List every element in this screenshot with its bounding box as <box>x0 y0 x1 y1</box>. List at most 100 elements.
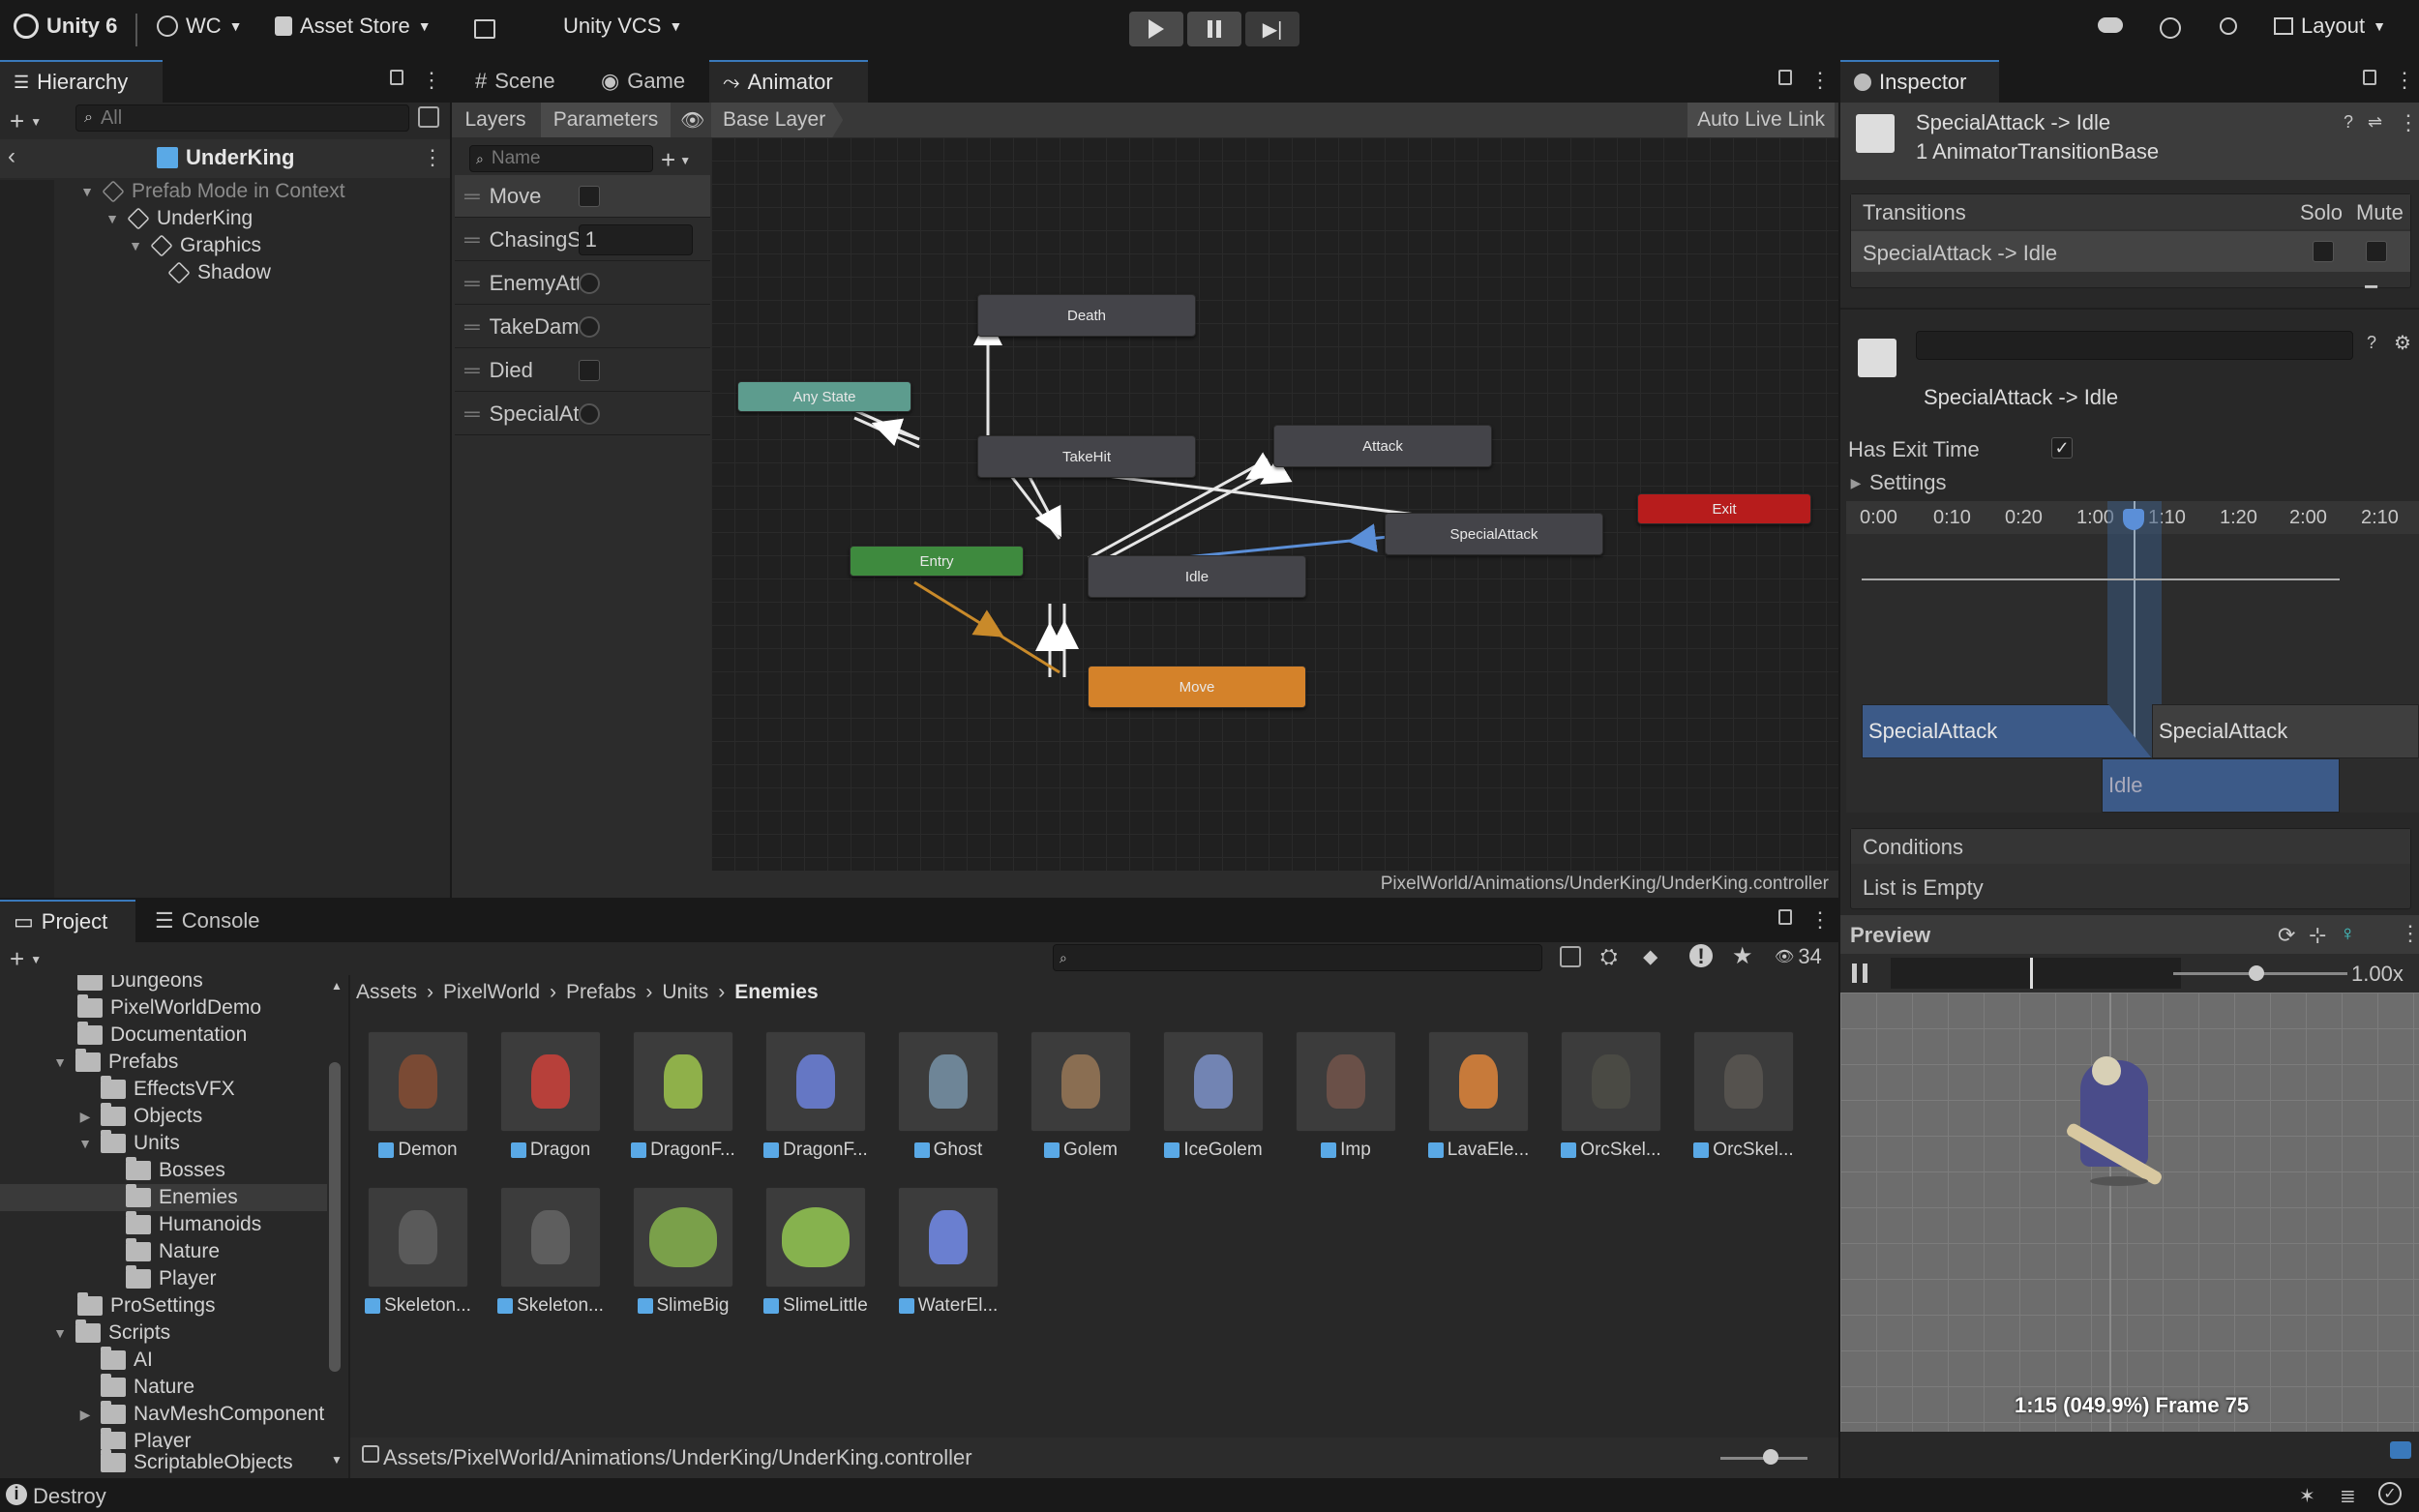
tab-inspector[interactable]: Inspector <box>1840 60 1999 103</box>
folder-item[interactable]: Nature <box>101 1374 194 1401</box>
folder-item[interactable]: ProSettings <box>77 1292 216 1319</box>
asset-item[interactable]: Golem <box>1023 1031 1139 1161</box>
asset-item[interactable]: Dragon <box>493 1031 609 1161</box>
filter-label-icon[interactable]: ⬥ <box>1643 944 1657 969</box>
favorite-star-icon[interactable]: ★ <box>1732 942 1753 970</box>
asset-item[interactable]: SlimeBig <box>625 1187 741 1317</box>
create-asset-button[interactable]: + ▼ <box>10 944 42 974</box>
history-icon[interactable] <box>2160 17 2181 39</box>
asset-item[interactable]: WaterEl... <box>890 1187 1006 1317</box>
scroll-down-icon[interactable]: ▼ <box>331 1453 343 1467</box>
cloud-icon[interactable] <box>2098 17 2123 33</box>
avatar-icon[interactable]: ♀ <box>2340 921 2356 946</box>
parameter-bool-checkbox[interactable] <box>578 359 600 381</box>
folder-item[interactable]: Humanoids <box>126 1211 261 1238</box>
lock-icon[interactable] <box>390 70 403 85</box>
folder-item[interactable]: Player <box>101 1428 192 1449</box>
kebab-menu-icon[interactable]: ⋮ <box>2394 68 2415 93</box>
play-button[interactable] <box>1129 12 1183 46</box>
drag-handle-icon[interactable]: ═ <box>464 184 480 209</box>
folder-item[interactable]: Bosses <box>126 1157 225 1184</box>
pause-icon[interactable] <box>1852 964 1867 983</box>
layout-dropdown[interactable]: Layout ▼ <box>2274 14 2386 39</box>
kebab-menu-icon[interactable]: ⋮ <box>1809 68 1831 93</box>
drag-handle-icon[interactable]: ═ <box>464 271 480 296</box>
asset-item[interactable]: Skeleton... <box>360 1187 476 1317</box>
state-node-move[interactable]: Move <box>1088 666 1306 708</box>
breadcrumb-base-layer[interactable]: Base Layer <box>711 103 844 137</box>
preview-playhead[interactable] <box>2030 958 2033 989</box>
mute-checkbox[interactable] <box>2366 241 2387 262</box>
parameter-float-field[interactable]: 1 <box>578 223 693 255</box>
state-node-take-hit[interactable]: TakeHit <box>977 435 1196 478</box>
tab-parameters[interactable]: Parameters <box>541 103 671 137</box>
kebab-menu-icon[interactable]: ⋮ <box>2400 921 2419 946</box>
parameter-row[interactable]: ═ Died <box>455 349 710 392</box>
tab-animator[interactable]: ⤳ Animator <box>709 60 868 103</box>
remove-transition-button[interactable]: − <box>2364 272 2378 302</box>
transition-name-input[interactable] <box>1916 331 2353 360</box>
folder-item[interactable]: ▼ Scripts <box>52 1319 170 1347</box>
hierarchy-item[interactable]: ▼ Graphics <box>128 232 261 259</box>
pause-button[interactable] <box>1187 12 1241 46</box>
unity-menu-button[interactable]: Unity 6 <box>14 14 117 39</box>
step-button[interactable]: ▶| <box>1245 12 1299 46</box>
breadcrumb-item[interactable]: PixelWorld <box>443 981 540 1004</box>
clip-block-from-next[interactable]: SpecialAttack <box>2152 704 2419 758</box>
asset-item[interactable]: IceGolem <box>1155 1031 1271 1161</box>
folder-item[interactable]: Nature <box>126 1238 220 1265</box>
folder-item[interactable]: Dungeons <box>77 975 203 994</box>
search-icon[interactable] <box>2220 17 2237 35</box>
asset-store-dropdown[interactable]: Asset Store ▼ <box>275 14 432 39</box>
asset-item[interactable]: SlimeLittle <box>758 1187 874 1317</box>
search-options-icon[interactable] <box>418 106 439 128</box>
bug-icon[interactable]: ✶ <box>2299 1484 2315 1508</box>
zoom-slider-thumb[interactable] <box>1763 1449 1778 1465</box>
asset-item[interactable]: DragonF... <box>625 1031 741 1161</box>
create-button[interactable]: + ▼ <box>10 106 42 136</box>
drag-handle-icon[interactable]: ═ <box>464 401 480 427</box>
filter-type-icon[interactable]: ⛭ <box>1600 944 1618 969</box>
asset-item[interactable]: OrcSkel... <box>1686 1031 1802 1161</box>
state-node-idle[interactable]: Idle <box>1088 555 1306 598</box>
tab-scene[interactable]: # Scene <box>462 60 569 103</box>
hierarchy-item[interactable]: ▼ UnderKing <box>105 205 253 232</box>
breadcrumb-item[interactable]: Prefabs <box>566 981 636 1004</box>
folder-item[interactable]: AI <box>101 1347 153 1374</box>
label-tag-icon[interactable] <box>2390 1441 2411 1459</box>
hierarchy-item[interactable]: Shadow <box>167 259 271 286</box>
folder-item[interactable]: PixelWorldDemo <box>77 994 261 1022</box>
parameter-row[interactable]: ═ Move <box>455 175 710 218</box>
folder-item[interactable]: ▼ Prefabs <box>52 1049 178 1076</box>
clip-block-from[interactable]: SpecialAttack <box>1862 704 2152 758</box>
tab-game[interactable]: ◉ Game <box>587 60 699 103</box>
help-icon[interactable]: ? <box>2344 112 2353 133</box>
back-arrow-icon[interactable]: ‹ <box>8 143 15 170</box>
breadcrumb-item[interactable]: Enemies <box>734 981 818 1004</box>
parameter-trigger-radio[interactable] <box>578 315 600 338</box>
help-icon[interactable]: ? <box>2367 333 2376 353</box>
state-node-entry[interactable]: Entry <box>850 546 1024 577</box>
drag-handle-icon[interactable]: ═ <box>464 314 480 340</box>
settings-foldout[interactable]: ▶ Settings <box>1848 470 1947 495</box>
scroll-up-icon[interactable]: ▲ <box>331 979 343 993</box>
state-node-exit[interactable]: Exit <box>1637 493 1811 524</box>
folder-item[interactable]: ▶ Objects <box>77 1103 202 1130</box>
state-node-attack[interactable]: Attack <box>1273 425 1492 467</box>
lock-icon[interactable] <box>1778 70 1792 85</box>
has-exit-time-checkbox[interactable]: ✓ <box>2051 437 2073 459</box>
preview-viewport[interactable]: 1:15 (049.9%) Frame 75 <box>1840 993 2419 1432</box>
folder-item[interactable]: ScriptableObjects <box>101 1449 293 1476</box>
warning-filter-icon[interactable]: ! <box>1689 944 1713 968</box>
state-node-any-state[interactable]: Any State <box>737 381 911 412</box>
account-dropdown[interactable]: WC ▼ <box>157 14 243 39</box>
kebab-menu-icon[interactable]: ⋮ <box>422 145 443 170</box>
search-options-icon[interactable] <box>1560 946 1581 967</box>
asset-item[interactable]: OrcSkel... <box>1553 1031 1669 1161</box>
folder-item[interactable]: EffectsVFX <box>101 1076 235 1103</box>
hierarchy-search-input[interactable]: ⌕ All <box>75 104 409 132</box>
folder-item[interactable]: ▼ Units <box>77 1130 180 1157</box>
parameter-search-input[interactable]: ⌕ Name <box>469 145 653 172</box>
tab-console[interactable]: ☰ Console <box>141 900 273 942</box>
asset-item[interactable]: LavaEle... <box>1420 1031 1537 1161</box>
